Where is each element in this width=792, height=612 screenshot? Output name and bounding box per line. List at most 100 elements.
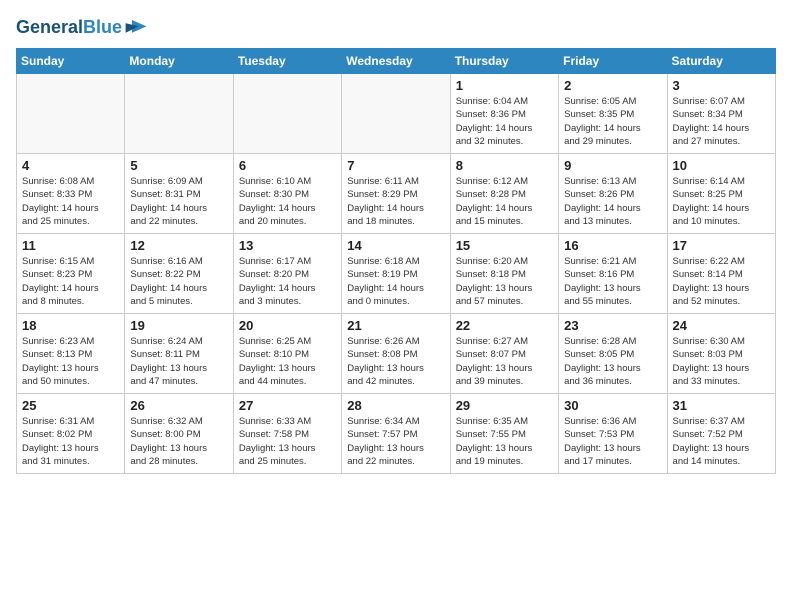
calendar-cell: 23Sunrise: 6:28 AM Sunset: 8:05 PM Dayli… (559, 314, 667, 394)
calendar-cell: 12 Sunrise: 6:16 AM Sunset: 8:22 PM Dayli… (125, 234, 233, 314)
day-info: Sunrise: 6:24 AM Sunset: 8:11 PM Dayligh… (130, 335, 227, 388)
day-info: Sunrise: 6:37 AM Sunset: 7:52 PM Dayligh… (673, 415, 770, 468)
day-number: 4 (22, 158, 119, 173)
day-of-week-header: Monday (125, 49, 233, 74)
day-number: 7 (347, 158, 444, 173)
calendar-cell (342, 74, 450, 154)
calendar-cell: 17Sunrise: 6:22 AM Sunset: 8:14 PM Dayli… (667, 234, 775, 314)
day-info: Sunrise: 6:13 AM Sunset: 8:26 PM Dayligh… (564, 175, 661, 228)
calendar-cell: 27Sunrise: 6:33 AM Sunset: 7:58 PM Dayli… (233, 394, 341, 474)
calendar-cell: 13 Sunrise: 6:17 AM Sunset: 8:20 PM Dayli… (233, 234, 341, 314)
day-number: 31 (673, 398, 770, 413)
day-info: Sunrise: 6:32 AM Sunset: 8:00 PM Dayligh… (130, 415, 227, 468)
logo: GeneralBlue (16, 16, 148, 40)
calendar-cell: 28Sunrise: 6:34 AM Sunset: 7:57 PM Dayli… (342, 394, 450, 474)
day-number: 3 (673, 78, 770, 93)
day-info: Sunrise: 6:26 AM Sunset: 8:08 PM Dayligh… (347, 335, 444, 388)
day-number: 9 (564, 158, 661, 173)
day-info: Sunrise: 6:35 AM Sunset: 7:55 PM Dayligh… (456, 415, 553, 468)
day-of-week-header: Wednesday (342, 49, 450, 74)
day-number: 15 (456, 238, 553, 253)
day-info: Sunrise: 6:12 AM Sunset: 8:28 PM Dayligh… (456, 175, 553, 228)
day-of-week-header: Tuesday (233, 49, 341, 74)
day-number: 6 (239, 158, 336, 173)
calendar-cell: 3 Sunrise: 6:07 AM Sunset: 8:34 PM Daylig… (667, 74, 775, 154)
calendar-cell (233, 74, 341, 154)
day-info: Sunrise: 6:20 AM Sunset: 8:18 PM Dayligh… (456, 255, 553, 308)
calendar-cell: 6 Sunrise: 6:10 AM Sunset: 8:30 PM Daylig… (233, 154, 341, 234)
calendar-cell: 15 Sunrise: 6:20 AM Sunset: 8:18 PM Dayli… (450, 234, 558, 314)
day-number: 1 (456, 78, 553, 93)
calendar-week-row: 11Sunrise: 6:15 AM Sunset: 8:23 PM Dayli… (17, 234, 776, 314)
day-number: 11 (22, 238, 119, 253)
day-info: Sunrise: 6:36 AM Sunset: 7:53 PM Dayligh… (564, 415, 661, 468)
calendar-week-row: 18Sunrise: 6:23 AM Sunset: 8:13 PM Dayli… (17, 314, 776, 394)
day-number: 22 (456, 318, 553, 333)
day-info: Sunrise: 6:18 AM Sunset: 8:19 PM Dayligh… (347, 255, 444, 308)
calendar-cell: 16 Sunrise: 6:21 AM Sunset: 8:16 PM Dayli… (559, 234, 667, 314)
day-number: 25 (22, 398, 119, 413)
calendar-cell: 9 Sunrise: 6:13 AM Sunset: 8:26 PM Daylig… (559, 154, 667, 234)
day-info: Sunrise: 6:05 AM Sunset: 8:35 PM Dayligh… (564, 95, 661, 148)
calendar-table: SundayMondayTuesdayWednesdayThursdayFrid… (16, 48, 776, 474)
calendar-week-row: 4 Sunrise: 6:08 AM Sunset: 8:33 PM Daylig… (17, 154, 776, 234)
day-number: 27 (239, 398, 336, 413)
day-number: 18 (22, 318, 119, 333)
day-number: 13 (239, 238, 336, 253)
calendar-cell: 8 Sunrise: 6:12 AM Sunset: 8:28 PM Daylig… (450, 154, 558, 234)
day-of-week-header: Friday (559, 49, 667, 74)
day-info: Sunrise: 6:27 AM Sunset: 8:07 PM Dayligh… (456, 335, 553, 388)
calendar-week-row: 25Sunrise: 6:31 AM Sunset: 8:02 PM Dayli… (17, 394, 776, 474)
day-info: Sunrise: 6:17 AM Sunset: 8:20 PM Dayligh… (239, 255, 336, 308)
day-number: 10 (673, 158, 770, 173)
day-info: Sunrise: 6:22 AM Sunset: 8:14 PM Dayligh… (673, 255, 770, 308)
day-number: 24 (673, 318, 770, 333)
day-number: 8 (456, 158, 553, 173)
calendar-cell: 30 Sunrise: 6:36 AM Sunset: 7:53 PM Dayli… (559, 394, 667, 474)
calendar-cell: 24 Sunrise: 6:30 AM Sunset: 8:03 PM Dayli… (667, 314, 775, 394)
day-info: Sunrise: 6:14 AM Sunset: 8:25 PM Dayligh… (673, 175, 770, 228)
logo-icon (124, 16, 148, 40)
day-of-week-header: Thursday (450, 49, 558, 74)
day-number: 12 (130, 238, 227, 253)
day-info: Sunrise: 6:25 AM Sunset: 8:10 PM Dayligh… (239, 335, 336, 388)
calendar-week-row: 1 Sunrise: 6:04 AM Sunset: 8:36 PM Daylig… (17, 74, 776, 154)
day-number: 21 (347, 318, 444, 333)
day-info: Sunrise: 6:11 AM Sunset: 8:29 PM Dayligh… (347, 175, 444, 228)
day-info: Sunrise: 6:34 AM Sunset: 7:57 PM Dayligh… (347, 415, 444, 468)
calendar-cell: 18Sunrise: 6:23 AM Sunset: 8:13 PM Dayli… (17, 314, 125, 394)
day-number: 20 (239, 318, 336, 333)
day-info: Sunrise: 6:07 AM Sunset: 8:34 PM Dayligh… (673, 95, 770, 148)
calendar-cell: 7 Sunrise: 6:11 AM Sunset: 8:29 PM Daylig… (342, 154, 450, 234)
day-number: 19 (130, 318, 227, 333)
calendar-cell (17, 74, 125, 154)
day-info: Sunrise: 6:04 AM Sunset: 8:36 PM Dayligh… (456, 95, 553, 148)
day-number: 23 (564, 318, 661, 333)
day-of-week-header: Sunday (17, 49, 125, 74)
day-number: 5 (130, 158, 227, 173)
day-info: Sunrise: 6:08 AM Sunset: 8:33 PM Dayligh… (22, 175, 119, 228)
page-header: GeneralBlue (16, 16, 776, 40)
calendar-cell: 19 Sunrise: 6:24 AM Sunset: 8:11 PM Dayli… (125, 314, 233, 394)
calendar-cell: 1 Sunrise: 6:04 AM Sunset: 8:36 PM Daylig… (450, 74, 558, 154)
day-of-week-header: Saturday (667, 49, 775, 74)
calendar-header-row: SundayMondayTuesdayWednesdayThursdayFrid… (17, 49, 776, 74)
calendar-cell: 5Sunrise: 6:09 AM Sunset: 8:31 PM Daylig… (125, 154, 233, 234)
calendar-cell: 20 Sunrise: 6:25 AM Sunset: 8:10 PM Dayli… (233, 314, 341, 394)
calendar-cell: 10 Sunrise: 6:14 AM Sunset: 8:25 PM Dayli… (667, 154, 775, 234)
day-info: Sunrise: 6:30 AM Sunset: 8:03 PM Dayligh… (673, 335, 770, 388)
calendar-cell (125, 74, 233, 154)
calendar-cell: 11Sunrise: 6:15 AM Sunset: 8:23 PM Dayli… (17, 234, 125, 314)
day-number: 26 (130, 398, 227, 413)
day-number: 16 (564, 238, 661, 253)
calendar-cell: 2Sunrise: 6:05 AM Sunset: 8:35 PM Daylig… (559, 74, 667, 154)
calendar-cell: 31 Sunrise: 6:37 AM Sunset: 7:52 PM Dayli… (667, 394, 775, 474)
calendar-cell: 4 Sunrise: 6:08 AM Sunset: 8:33 PM Daylig… (17, 154, 125, 234)
day-info: Sunrise: 6:16 AM Sunset: 8:22 PM Dayligh… (130, 255, 227, 308)
day-number: 30 (564, 398, 661, 413)
calendar-cell: 21 Sunrise: 6:26 AM Sunset: 8:08 PM Dayli… (342, 314, 450, 394)
day-info: Sunrise: 6:10 AM Sunset: 8:30 PM Dayligh… (239, 175, 336, 228)
day-info: Sunrise: 6:21 AM Sunset: 8:16 PM Dayligh… (564, 255, 661, 308)
day-number: 14 (347, 238, 444, 253)
logo-text: GeneralBlue (16, 17, 122, 39)
